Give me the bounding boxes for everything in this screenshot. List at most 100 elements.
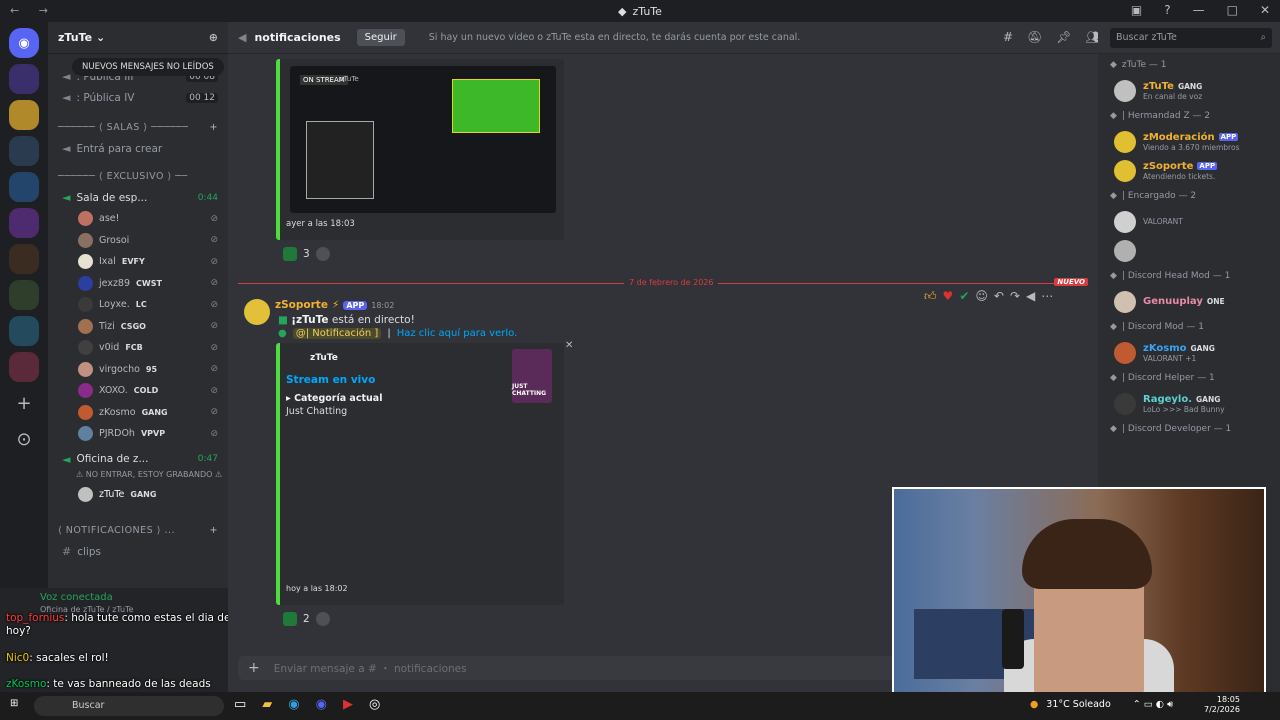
server-icon[interactable] — [9, 352, 39, 382]
embed-author[interactable]: zTuTe — [310, 353, 338, 363]
discover-icon[interactable]: ⊙ — [9, 424, 39, 454]
create-channel-item[interactable]: ◄ Entrá para crear — [48, 138, 228, 159]
voice-user[interactable]: Ixal EVFY ⊘ — [48, 251, 228, 273]
mic-muted-icon: ⊘ — [210, 299, 218, 310]
member-item[interactable]: Genuuplay ONE — [1098, 287, 1280, 316]
channel-name: notificaciones — [254, 31, 341, 44]
member-item[interactable]: VALORANT — [1098, 207, 1280, 236]
heart-icon[interactable]: ♥ — [943, 289, 954, 304]
close-button[interactable]: ✕ — [1260, 3, 1270, 17]
reaction-bar[interactable]: 2 — [283, 610, 330, 628]
member-item[interactable]: zSoporte APP Atendiendo tickets. — [1098, 156, 1280, 185]
clock[interactable]: 18:05 7/2/2026 — [1204, 695, 1240, 715]
windows-start-icon[interactable]: ⊞ — [10, 698, 18, 709]
reaction-emoji-icon[interactable] — [283, 247, 297, 261]
voice-channel-sala-espera[interactable]: ◄ Sala de esp... 0:44 — [48, 187, 228, 208]
video-thumbnail[interactable]: ON STREAM zTuTe — [290, 66, 556, 213]
member-item[interactable]: Rageylo. GANG LoLo >>> Bad Bunny — [1098, 389, 1280, 418]
media-app-icon[interactable]: ▶ — [343, 697, 353, 712]
voice-user[interactable]: zKosmo GANG ⊘ — [48, 402, 228, 424]
member-role-header: ◆ | Hermandad Z — 2 — [1110, 111, 1211, 121]
search-input[interactable]: Buscar zTuTe ⌕ — [1110, 28, 1272, 48]
help-icon[interactable]: ? — [1164, 3, 1170, 17]
voice-user[interactable]: ase! ⊘ — [48, 208, 228, 230]
minimize-button[interactable]: — — [1193, 3, 1205, 17]
task-view-icon[interactable]: ▭ — [234, 697, 246, 712]
reply-icon[interactable]: ↶ — [994, 289, 1004, 304]
add-reaction-icon[interactable] — [315, 612, 330, 626]
add-member-icon[interactable]: ⊕ — [209, 31, 218, 44]
member-item[interactable] — [1098, 236, 1280, 265]
text-channel-clips[interactable]: # clips — [48, 541, 228, 562]
discord-app-icon[interactable]: ◉ — [316, 697, 327, 712]
avatar — [78, 275, 93, 291]
nav-arrows[interactable]: ← → — [10, 4, 56, 17]
server-icon[interactable] — [9, 172, 39, 202]
category-notificaciones[interactable]: ⟨ NOTIFICACIONES ⟩ ... + — [48, 519, 228, 541]
server-icon[interactable] — [9, 280, 39, 310]
server-icon[interactable] — [9, 244, 39, 274]
follow-button[interactable]: Seguir — [356, 29, 405, 46]
voice-user[interactable]: Loyxe. LC ⊘ — [48, 294, 228, 316]
avatar[interactable] — [244, 299, 270, 325]
discord-home-icon[interactable]: ◉ — [9, 28, 39, 58]
plus-icon[interactable]: + — [248, 660, 260, 676]
member-item[interactable]: zTuTe GANG En canal de voz — [1098, 76, 1280, 105]
more-icon[interactable]: ⋯ — [1041, 289, 1053, 304]
server-header[interactable]: zTuTe ⌄ ⊕ — [48, 22, 228, 54]
plus-icon[interactable]: + — [210, 122, 218, 133]
reaction-emoji-icon[interactable] — [283, 612, 297, 626]
add-reaction-icon[interactable]: ☺ — [975, 289, 988, 304]
message-input[interactable]: Enviar mensaje a # ・ notificaciones — [274, 661, 467, 676]
category-exclusivo[interactable]: ────── ⟨ EXCLUSIVO ⟩ ── — [48, 165, 228, 187]
maximize-button[interactable]: □ — [1227, 3, 1238, 17]
inbox-icon[interactable]: ▣ — [1131, 3, 1142, 17]
avatar — [1114, 392, 1136, 415]
mute-icon[interactable]: 🔕︎ — [1027, 30, 1042, 44]
close-icon[interactable]: ✕ — [565, 340, 573, 351]
reaction-bar[interactable]: 3 — [283, 245, 330, 263]
obs-icon[interactable]: ◎ — [369, 697, 380, 712]
role-icon: ◆ — [1110, 322, 1117, 332]
voice-channel-oficina[interactable]: ◄ Oficina de z... 0:47 — [48, 449, 228, 470]
check-icon[interactable]: ✔ — [959, 289, 969, 304]
server-icon[interactable] — [9, 64, 39, 94]
add-server-icon[interactable]: + — [9, 388, 39, 418]
file-explorer-icon[interactable]: ▰ — [262, 697, 272, 712]
voice-user[interactable]: virgocho 95 ⊘ — [48, 359, 228, 381]
thumbs-up-icon[interactable]: 👍︎ — [924, 289, 937, 304]
embed-title[interactable]: Stream en vivo — [286, 374, 375, 386]
server-icon[interactable] — [9, 316, 39, 346]
voice-channel-publica-4[interactable]: ◄: Pública IV 00 12 — [48, 87, 228, 108]
voice-user[interactable]: jexz89 CWST ⊘ — [48, 273, 228, 295]
taskbar-search[interactable]: Buscar — [34, 696, 224, 716]
unread-messages-pill[interactable]: NUEVOS MENSAJES NO LEÍDOS — [72, 58, 224, 76]
speaker-icon: ◄ — [62, 452, 71, 466]
pin-icon[interactable]: 📌︎ — [1056, 30, 1071, 44]
member-item[interactable]: zModeración APP Viendo a 3.670 miembros — [1098, 127, 1280, 156]
threads-icon[interactable]: # — [1003, 30, 1013, 44]
tray-icons[interactable]: ⌃ ▭ ◐ 🔊︎ — [1133, 699, 1173, 710]
stream-link[interactable]: Haz clic aquí para verlo. — [397, 328, 518, 339]
server-icon[interactable] — [9, 136, 39, 166]
category-salas[interactable]: ────── ⟨ SALAS ⟩ ────── + — [48, 116, 228, 138]
embed-thumbnail[interactable]: JUST CHATTING — [512, 349, 552, 403]
weather-text[interactable]: 31°C Soleado — [1046, 699, 1110, 710]
role-mention[interactable]: @| Notificación ] — [292, 328, 382, 339]
add-reaction-icon[interactable] — [315, 247, 330, 261]
channel-topic[interactable]: Si hay un nuevo video o zTuTe esta en di… — [429, 32, 801, 43]
server-icon[interactable] — [9, 208, 39, 238]
voice-user[interactable]: zTuTe GANG — [48, 484, 228, 506]
voice-user[interactable]: PJRDOh VPVP ⊘ — [48, 423, 228, 445]
announce-icon[interactable]: ◀ — [1026, 289, 1035, 304]
edge-icon[interactable]: ◉ — [288, 697, 299, 712]
voice-user[interactable]: Tizi CSGO ⊘ — [48, 316, 228, 338]
author-name[interactable]: zSoporte — [275, 299, 328, 311]
voice-user[interactable]: Grosoi ⊘ — [48, 230, 228, 252]
server-icon[interactable] — [9, 100, 39, 130]
voice-user[interactable]: XOXO. COLD ⊘ — [48, 380, 228, 402]
plus-icon[interactable]: + — [210, 525, 218, 536]
forward-icon[interactable]: ↷ — [1010, 289, 1020, 304]
member-item[interactable]: zKosmo GANG VALORANT +1 — [1098, 338, 1280, 367]
voice-user[interactable]: v0id FCB ⊘ — [48, 337, 228, 359]
